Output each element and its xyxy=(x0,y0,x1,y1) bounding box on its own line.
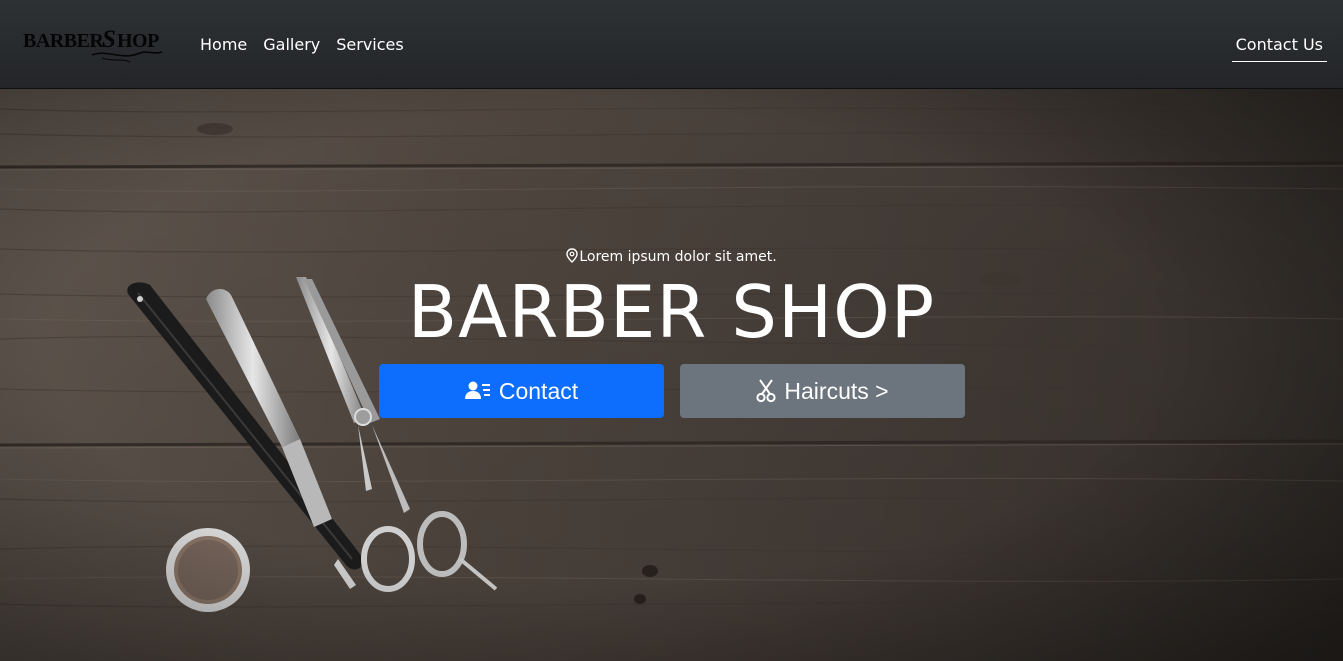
nav-link-home[interactable]: Home xyxy=(200,34,247,56)
nav-contact-us[interactable]: Contact Us xyxy=(1231,34,1327,62)
haircuts-button[interactable]: Haircuts > xyxy=(680,364,965,418)
hero-section: Lorem ipsum dolor sit amet. BARBER SHOP … xyxy=(0,89,1343,661)
nav-contact-us-label: Contact Us xyxy=(1235,35,1323,54)
hero-location: Lorem ipsum dolor sit amet. xyxy=(0,248,1343,266)
hero-content: Lorem ipsum dolor sit amet. BARBER SHOP … xyxy=(0,89,1343,661)
contact-button[interactable]: Contact xyxy=(379,364,664,418)
svg-text:BARBER: BARBER xyxy=(23,30,104,52)
nav-links: Home Gallery Services xyxy=(200,34,404,56)
nav-link-services[interactable]: Services xyxy=(336,34,403,56)
svg-text:HOP: HOP xyxy=(117,30,159,52)
user-list-icon xyxy=(464,381,490,399)
contact-button-label: Contact xyxy=(498,377,579,404)
navbar: BARBER S HOP Home Gallery Services Conta… xyxy=(0,0,1343,89)
svg-text:S: S xyxy=(102,26,116,53)
scissors-icon xyxy=(756,379,777,403)
map-pin-icon xyxy=(566,248,579,263)
page: BARBER S HOP Home Gallery Services Conta… xyxy=(0,0,1343,661)
haircuts-button-label: Haircuts > xyxy=(784,377,889,404)
barbershop-logo[interactable]: BARBER S HOP xyxy=(22,25,172,65)
nav-link-gallery[interactable]: Gallery xyxy=(263,34,320,56)
hero-title: BARBER SHOP xyxy=(407,270,936,354)
hero-location-text: Lorem ipsum dolor sit amet. xyxy=(579,249,777,265)
